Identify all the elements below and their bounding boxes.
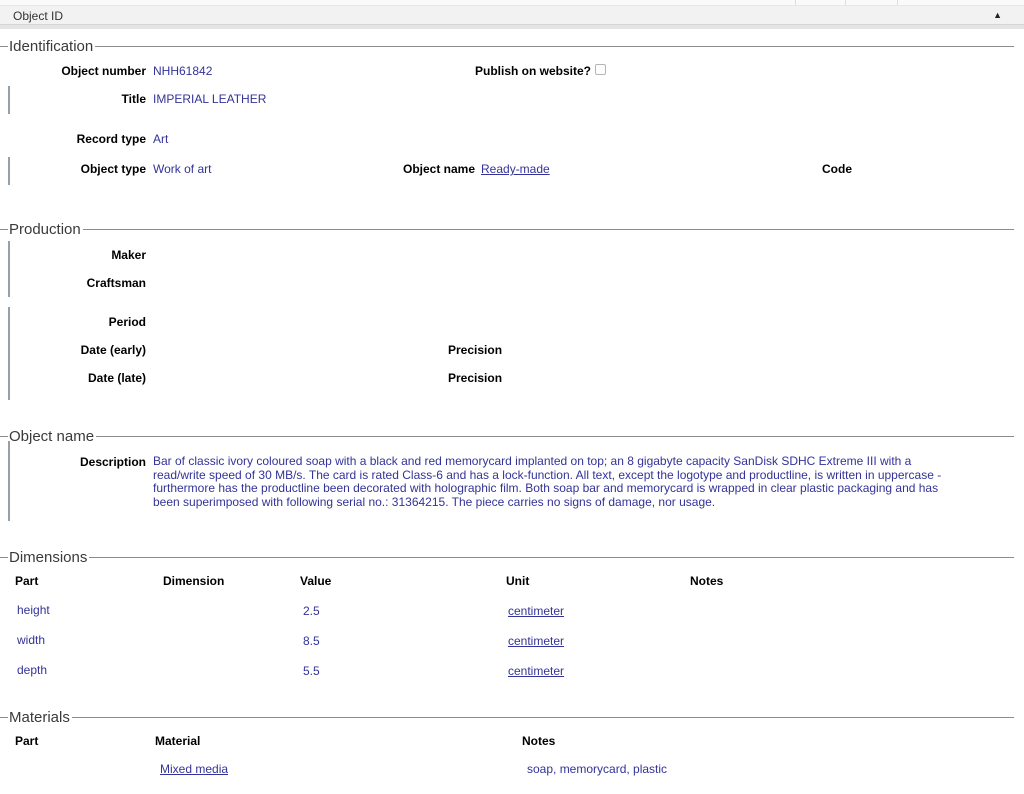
record-type-label: Record type [0, 132, 146, 146]
object-type-field[interactable]: Work of art [153, 162, 211, 176]
code-label: Code [822, 162, 852, 176]
collapse-triangle-icon[interactable]: ▲ [993, 8, 1002, 22]
material-link[interactable]: Mixed media [160, 762, 228, 776]
dimensions-column-value: Value [300, 574, 331, 588]
dimension-part-field[interactable]: depth [17, 663, 47, 677]
date-early-label: Date (early) [0, 343, 146, 357]
date-early-precision-label: Precision [448, 343, 502, 357]
dimension-part-field[interactable]: height [17, 603, 50, 617]
legend-dash [0, 46, 8, 47]
title-field[interactable]: IMPERIAL LEATHER [153, 92, 266, 106]
craftsman-label: Craftsman [0, 276, 146, 290]
materials-column-part: Part [15, 734, 38, 748]
dimension-unit-link[interactable]: centimeter [508, 634, 564, 648]
maker-label: Maker [0, 248, 146, 262]
materials-column-notes: Notes [522, 734, 555, 748]
date-late-label: Date (late) [0, 371, 146, 385]
legend-dash [0, 436, 8, 437]
dimension-value-field[interactable]: 5.5 [303, 664, 320, 678]
section-title: Production [8, 221, 83, 238]
occurrence-bar-description [8, 441, 10, 521]
panel-header-bar[interactable]: Object ID ▲ [0, 5, 1024, 24]
dimensions-column-notes: Notes [690, 574, 723, 588]
header-band [0, 24, 1024, 29]
legend-dash [0, 717, 8, 718]
legend-rule [95, 46, 1014, 47]
section-title: Materials [8, 709, 72, 726]
legend-rule [83, 229, 1014, 230]
legend-rule [96, 436, 1014, 437]
publish-on-website-label: Publish on website? [475, 64, 591, 78]
dimension-part-field[interactable]: width [17, 633, 45, 647]
dimensions-column-part: Part [15, 574, 38, 588]
object-number-label: Object number [0, 64, 146, 78]
legend-dash [0, 229, 8, 230]
dimension-value-field[interactable]: 8.5 [303, 634, 320, 648]
section-dimensions-legend: Dimensions [0, 549, 1014, 565]
section-title: Dimensions [8, 549, 89, 566]
publish-on-website-checkbox[interactable] [595, 64, 606, 75]
section-materials-legend: Materials [0, 709, 1014, 725]
legend-dash [0, 557, 8, 558]
dimension-unit-link[interactable]: centimeter [508, 604, 564, 618]
description-field[interactable]: Bar of classic ivory coloured soap with … [153, 455, 945, 509]
dimensions-column-unit: Unit [506, 574, 529, 588]
object-id-panel: Object ID ▲ Identification Object number… [0, 0, 1024, 794]
dimension-unit-link[interactable]: centimeter [508, 664, 564, 678]
section-title: Identification [8, 38, 95, 55]
object-name-link[interactable]: Ready-made [481, 162, 550, 176]
description-label: Description [0, 455, 146, 469]
section-identification-legend: Identification [0, 38, 1014, 54]
object-number-field[interactable]: NHH61842 [153, 64, 212, 78]
materials-column-material: Material [155, 734, 200, 748]
period-label: Period [0, 315, 146, 329]
section-production-legend: Production [0, 221, 1014, 237]
panel-title: Object ID [13, 9, 63, 23]
object-type-label: Object type [0, 162, 146, 176]
date-late-precision-label: Precision [448, 371, 502, 385]
object-name-label: Object name [403, 162, 475, 176]
dimension-value-field[interactable]: 2.5 [303, 604, 320, 618]
title-label: Title [0, 92, 146, 106]
legend-rule [89, 557, 1014, 558]
record-type-field[interactable]: Art [153, 132, 168, 146]
dimensions-column-dimension: Dimension [163, 574, 224, 588]
legend-rule [72, 717, 1014, 718]
section-object-name-legend: Object name [0, 428, 1014, 444]
section-title: Object name [8, 428, 96, 445]
material-notes-field[interactable]: soap, memorycard, plastic [527, 762, 667, 776]
